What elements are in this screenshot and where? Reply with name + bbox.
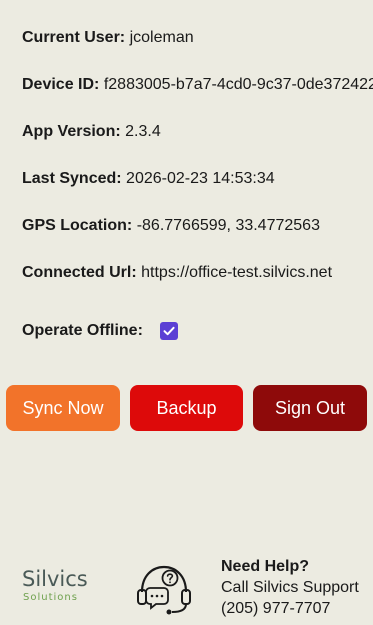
connected-url-value: https://office-test.silvics.net — [141, 264, 333, 281]
app-version-label: App Version: — [22, 123, 121, 140]
current-user-row: Current User: jcoleman — [22, 28, 194, 48]
device-id-value: f2883005-b7a7-4cd0-9c37-0de372422 — [103, 76, 373, 93]
current-user-label: Current User: — [22, 29, 126, 46]
headset-help-icon[interactable] — [136, 562, 192, 616]
call-support-link[interactable]: Call Silvics Support — [221, 577, 359, 598]
device-id-label: Device ID: — [22, 76, 100, 93]
gps-location-label: GPS Location: — [22, 217, 133, 234]
operate-offline-label: Operate Offline: — [22, 322, 143, 339]
logo-sub-text: Solutions — [23, 592, 78, 603]
current-user-value: jcoleman — [129, 29, 194, 46]
device-id-row: Device ID: f2883005-b7a7-4cd0-9c37-0de37… — [22, 75, 373, 95]
operate-offline-checkbox[interactable] — [159, 322, 178, 340]
last-synced-row: Last Synced: 2026-02-23 14:53:34 — [22, 169, 275, 189]
backup-button[interactable]: Backup — [130, 385, 243, 431]
app-version-value: 2.3.4 — [125, 123, 161, 140]
checkmark-icon — [163, 326, 175, 336]
logo-main-text: Silvics — [22, 567, 88, 591]
app-version-row: App Version: 2.3.4 — [22, 122, 161, 142]
help-block: Need Help? Call Silvics Support (205) 97… — [221, 556, 359, 619]
connected-url-row: Connected Url: https://office-test.silvi… — [22, 263, 332, 283]
gps-location-value: -86.7766599, 33.4772563 — [136, 217, 320, 234]
help-title: Need Help? — [221, 558, 310, 575]
connected-url-label: Connected Url: — [22, 264, 137, 281]
last-synced-value: 2026-02-23 14:53:34 — [126, 170, 275, 187]
sign-out-button[interactable]: Sign Out — [253, 385, 367, 431]
operate-offline-row: Operate Offline: — [22, 321, 178, 341]
sync-now-button[interactable]: Sync Now — [6, 385, 120, 431]
gps-location-row: GPS Location: -86.7766599, 33.4772563 — [22, 216, 320, 236]
last-synced-label: Last Synced: — [22, 170, 122, 187]
support-phone-link[interactable]: (205) 977-7707 — [221, 598, 359, 619]
silvics-logo: Silvics Solutions — [22, 566, 108, 610]
